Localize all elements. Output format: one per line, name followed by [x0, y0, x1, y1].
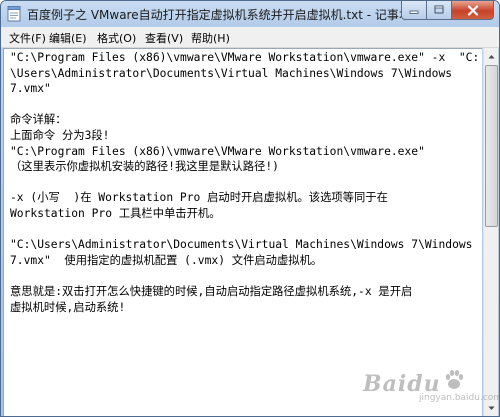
maximize-icon	[434, 5, 444, 14]
minimize-icon	[409, 10, 419, 14]
menu-edit[interactable]: 编辑(E)	[49, 30, 87, 46]
caption-buttons	[401, 1, 494, 20]
scroll-up-button[interactable]	[484, 48, 498, 64]
menu-help[interactable]: 帮助(H)	[191, 30, 230, 46]
scrollbar-thumb[interactable]	[485, 65, 498, 227]
title-bar[interactable]: 百度例子之 VMware自动打开指定虚拟机系统并开启虚拟机.txt - 记事本	[1, 1, 499, 27]
close-icon	[467, 4, 478, 16]
maximize-button[interactable]	[427, 1, 452, 20]
minimize-button[interactable]	[401, 1, 427, 20]
menu-file[interactable]: 文件(F)	[9, 30, 46, 46]
baidu-paw-icon	[445, 370, 464, 389]
menu-bar: 文件(F) 编辑(E) 格式(O) 查看(V) 帮助(H)	[1, 27, 499, 48]
chevron-up-icon	[488, 54, 494, 58]
close-button[interactable]	[452, 1, 494, 20]
vertical-scrollbar[interactable]	[483, 48, 498, 416]
window-title: 百度例子之 VMware自动打开指定虚拟机系统并开启虚拟机.txt - 记事本	[27, 8, 411, 22]
notepad-icon	[7, 6, 21, 22]
baidu-watermark: Baidu jingyan.baidu.com	[363, 367, 499, 403]
menu-format[interactable]: 格式(O)	[97, 30, 136, 46]
menu-view[interactable]: 查看(V)	[145, 30, 183, 46]
notepad-window: 百度例子之 VMware自动打开指定虚拟机系统并开启虚拟机.txt - 记事本	[0, 0, 500, 417]
watermark-subtext: jingyan.baidu.com	[419, 393, 500, 403]
text-editor[interactable]: "C:\Program Files (x86)\vmware\VMware Wo…	[3, 48, 482, 416]
chevron-down-icon	[488, 406, 494, 410]
document-text[interactable]: "C:\Program Files (x86)\vmware\VMware Wo…	[10, 50, 479, 315]
